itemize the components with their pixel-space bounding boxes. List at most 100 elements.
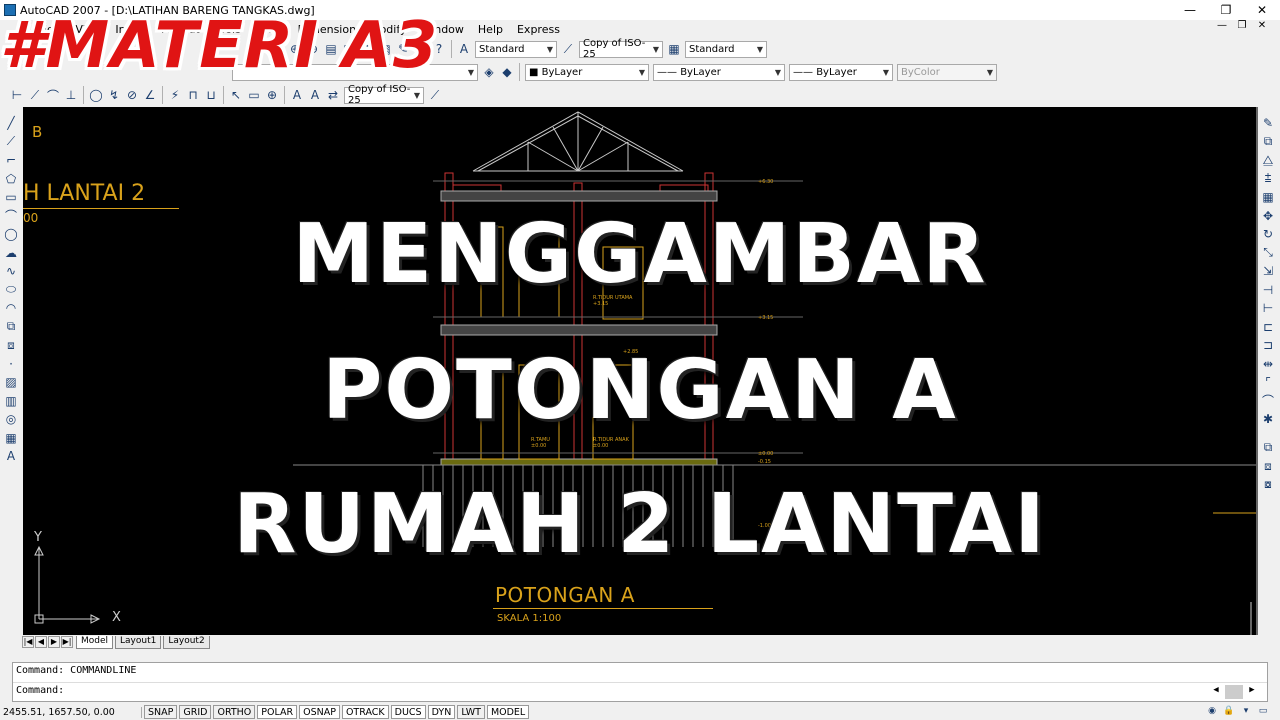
draworder-icon[interactable]: ⧉ [1259, 439, 1277, 457]
last-tab-button[interactable]: ▶| [61, 636, 73, 648]
tab-layout1[interactable]: Layout1 [115, 635, 162, 649]
scroll-left-icon[interactable]: ◀ [1207, 685, 1225, 699]
lwt-toggle[interactable]: LWT [457, 705, 485, 719]
dim-continue-icon[interactable]: ⊔ [202, 86, 220, 104]
dim-diameter-icon[interactable]: ⊘ [123, 86, 141, 104]
scroll-right-icon[interactable]: ▶ [1243, 685, 1261, 699]
extend-icon[interactable]: ⊢ [1259, 299, 1277, 317]
dim-text-edit-icon[interactable]: A [306, 86, 324, 104]
polar-toggle[interactable]: POLAR [257, 705, 298, 719]
bring-front-icon[interactable]: ⧈ [1259, 457, 1277, 475]
text-style-icon[interactable]: A [455, 40, 473, 58]
ortho-toggle[interactable]: ORTHO [213, 705, 256, 719]
quick-dim-icon[interactable]: ⚡ [166, 86, 184, 104]
construction-line-icon[interactable]: ⟋ [2, 133, 20, 151]
toolbar-lock-icon[interactable]: 🔒 [1222, 706, 1236, 718]
first-tab-button[interactable]: |◀ [22, 636, 34, 648]
dim-style-manager-icon[interactable]: ⟋ [426, 86, 444, 104]
tab-layout2[interactable]: Layout2 [163, 635, 210, 649]
plotstyle-select: ByColor ▼ [897, 63, 997, 81]
ducs-toggle[interactable]: DUCS [390, 705, 426, 719]
menu-express[interactable]: Express [517, 23, 560, 36]
scroll-thumb[interactable] [1225, 685, 1243, 699]
erase-icon[interactable]: ✎ [1259, 114, 1277, 132]
svg-text:±0.00: ±0.00 [593, 443, 608, 449]
command-history: Command: COMMANDLINE [16, 665, 137, 676]
polygon-icon[interactable]: ⬠ [2, 170, 20, 188]
insert-block-icon[interactable]: ⧉ [2, 318, 20, 336]
dim-style-select-2[interactable]: Copy of ISO-25 ▼ [344, 84, 424, 106]
dim-update-icon[interactable]: ⇄ [324, 86, 342, 104]
dim-arc-icon[interactable]: ⌒ [44, 86, 62, 104]
tab-model[interactable]: Model [76, 635, 114, 649]
svg-text:+6.30: +6.30 [758, 179, 773, 185]
dim-edit-icon[interactable]: A [288, 86, 306, 104]
table-style-icon[interactable]: ▦ [665, 40, 683, 58]
dim-ordinate-icon[interactable]: ⊥ [62, 86, 80, 104]
dim-aligned-icon[interactable]: ⟋ [26, 86, 44, 104]
svg-text:+3.15: +3.15 [758, 315, 773, 321]
section-scale: SKALA 1:100 [497, 613, 562, 624]
polyline-icon[interactable]: ⌐ [2, 151, 20, 169]
section-title-underline [493, 608, 713, 609]
dim-baseline-icon[interactable]: ⊓ [184, 86, 202, 104]
break-at-point-icon[interactable]: ⊏ [1259, 318, 1277, 336]
table-style-select[interactable]: Standard ▼ [685, 40, 767, 58]
osnap-toggle[interactable]: OSNAP [299, 705, 340, 719]
text-style-select[interactable]: Standard ▼ [475, 40, 557, 58]
svg-text:±0.00: ±0.00 [531, 443, 546, 449]
snap-toggle[interactable]: SNAP [144, 705, 178, 719]
dim-style-select[interactable]: Copy of ISO-25 ▼ [579, 38, 663, 60]
status-bar: 2455.51, 1657.50, 0.00 SNAP GRID ORTHO P… [0, 704, 1280, 720]
dyn-toggle[interactable]: DYN [427, 705, 456, 719]
copy-icon[interactable]: ⧉ [1259, 133, 1277, 151]
linetype-select[interactable]: —— ByLayer ▼ [653, 63, 785, 81]
rectangle-icon[interactable]: ▭ [2, 188, 20, 206]
headline-line-3: RUMAH 2 LANTAI [233, 477, 1047, 572]
quick-leader-icon[interactable]: ↖ [227, 86, 245, 104]
dim-angular-icon[interactable]: ∠ [141, 86, 159, 104]
color-select[interactable]: ■ ByLayer ▼ [525, 63, 649, 81]
dim-jogged-icon[interactable]: ↯ [105, 86, 123, 104]
command-window: Command: COMMANDLINE Command: ◀ ▶ [12, 662, 1268, 702]
ellipse-arc-icon[interactable]: ◠ [2, 299, 20, 317]
clean-screen-icon[interactable]: ▭ [1256, 706, 1270, 718]
dimension-toolbar: ⊢ ⟋ ⌒ ⊥ ◯ ↯ ⊘ ∠ ⚡ ⊓ ⊔ ↖ ▭ ⊕ A A ⇄ Copy o… [8, 84, 478, 106]
close-button[interactable]: ✕ [1244, 0, 1280, 20]
array-icon[interactable]: ▦ [1259, 188, 1277, 206]
layer-manager-icon[interactable]: ◆ [498, 63, 516, 81]
communication-center-icon[interactable]: ◉ [1205, 706, 1219, 718]
model-toggle[interactable]: MODEL [486, 705, 530, 719]
series-badge: #MATERI A3 [0, 9, 439, 83]
otrack-toggle[interactable]: OTRACK [341, 705, 389, 719]
command-prompt[interactable]: Command: [13, 682, 1267, 697]
section-title: POTONGAN A [495, 583, 635, 607]
lineweight-select[interactable]: —— ByLayer ▼ [789, 63, 893, 81]
doc-restore-button[interactable]: ❐ [1232, 20, 1252, 36]
dim-style-icon[interactable]: ⟋ [559, 40, 577, 58]
grid-toggle[interactable]: GRID [179, 705, 212, 719]
dim-linear-icon[interactable]: ⊢ [8, 86, 26, 104]
multiline-text-icon[interactable]: A [2, 447, 20, 465]
doc-close-button[interactable]: ✕ [1252, 20, 1272, 36]
doc-minimize-button[interactable]: — [1212, 20, 1232, 36]
menu-help[interactable]: Help [478, 23, 503, 36]
dim-radius-icon[interactable]: ◯ [87, 86, 105, 104]
mirror-icon[interactable]: ⧋ [1259, 151, 1277, 169]
maximize-button[interactable]: ❐ [1208, 0, 1244, 20]
coordinates-display[interactable]: 2455.51, 1657.50, 0.00 [0, 706, 142, 718]
layout-tabs: |◀ ◀ ▶ ▶| Model Layout1 Layout2 [22, 635, 1258, 649]
line-icon[interactable]: ╱ [2, 114, 20, 132]
status-menu-icon[interactable]: ▾ [1239, 706, 1253, 718]
center-mark-icon[interactable]: ⊕ [263, 86, 281, 104]
roof-truss [472, 111, 684, 172]
next-tab-button[interactable]: ▶ [48, 636, 60, 648]
layer-previous-icon[interactable]: ◈ [480, 63, 498, 81]
svg-text:±0.00: ±0.00 [758, 451, 773, 457]
offset-icon[interactable]: ⩲ [1259, 170, 1277, 188]
minimize-button[interactable]: — [1172, 0, 1208, 20]
tolerance-icon[interactable]: ▭ [245, 86, 263, 104]
prev-tab-button[interactable]: ◀ [35, 636, 47, 648]
headline-line-1: MENGGAMBAR [292, 207, 988, 302]
status-tray: ◉ 🔒 ▾ ▭ [1202, 706, 1270, 718]
